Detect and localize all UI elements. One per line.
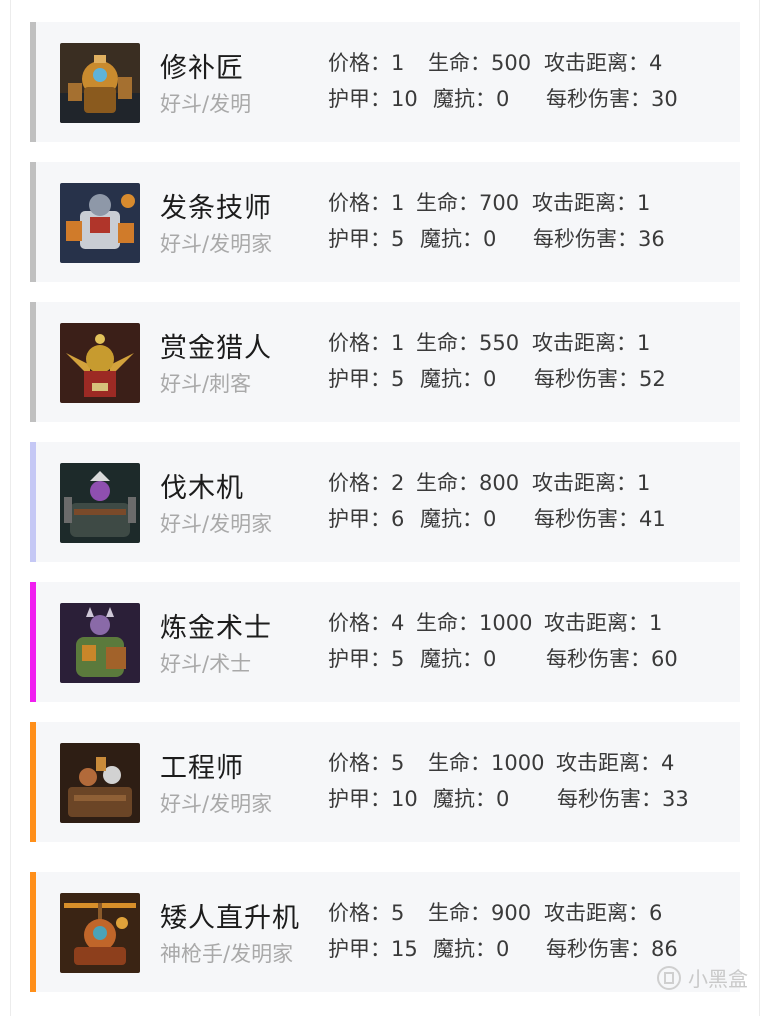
unit-name: 工程师 [160, 753, 244, 784]
range-stat: 攻击距离：4 [544, 51, 663, 75]
unit-traits: 神枪手/发明家 [160, 942, 294, 966]
armor-stat: 护甲：5 [328, 227, 405, 251]
hp-stat: 生命：1000 [428, 751, 545, 775]
unit-name: 炼金术士 [160, 613, 272, 644]
dps-stat: 每秒伤害：33 [557, 787, 689, 811]
unit-traits: 好斗/刺客 [160, 372, 252, 396]
price-stat: 价格：4 [328, 611, 405, 635]
armor-stat: 护甲：6 [328, 507, 405, 531]
unit-traits: 好斗/发明家 [160, 232, 273, 256]
unit-name: 发条技师 [160, 193, 272, 224]
unit-name: 赏金猎人 [160, 333, 272, 364]
unit-card[interactable]: 发条技师 好斗/发明家 价格：1 生命：700 攻击距离：1 护甲：5 魔抗：0… [30, 162, 740, 282]
rarity-accent-bar [30, 722, 36, 842]
gyrocopter-portrait [60, 893, 140, 973]
magic-resist-stat: 魔抗：0 [433, 937, 510, 961]
price-stat: 价格：2 [328, 471, 405, 495]
range-stat: 攻击距离：6 [544, 901, 663, 925]
price-stat: 价格：1 [328, 191, 405, 215]
magic-resist-stat: 魔抗：0 [420, 367, 497, 391]
magic-resist-stat: 魔抗：0 [420, 647, 497, 671]
unit-card[interactable]: 修补匠 好斗/发明 价格：1 生命：500 攻击距离：4 护甲：10 魔抗：0 … [30, 22, 740, 142]
unit-traits: 好斗/发明 [160, 92, 252, 116]
magic-resist-stat: 魔抗：0 [433, 787, 510, 811]
rarity-accent-bar [30, 872, 36, 992]
hp-stat: 生命：900 [428, 901, 532, 925]
unit-traits: 好斗/发明家 [160, 512, 273, 536]
unit-card[interactable]: 矮人直升机 神枪手/发明家 价格：5 生命：900 攻击距离：6 护甲：15 魔… [30, 872, 740, 992]
rarity-accent-bar [30, 302, 36, 422]
hp-stat: 生命：500 [428, 51, 532, 75]
hp-stat: 生命：700 [416, 191, 520, 215]
price-stat: 价格：1 [328, 51, 405, 75]
armor-stat: 护甲：10 [328, 787, 418, 811]
techies-portrait [60, 743, 140, 823]
range-stat: 攻击距离：1 [532, 471, 651, 495]
xiaoheihe-logo-icon [657, 965, 681, 990]
range-stat: 攻击距离：4 [556, 751, 675, 775]
bounty-hunter-portrait [60, 323, 140, 403]
dps-stat: 每秒伤害：60 [546, 647, 678, 671]
rarity-accent-bar [30, 162, 36, 282]
hp-stat: 生命：800 [416, 471, 520, 495]
dps-stat: 每秒伤害：52 [534, 367, 666, 391]
armor-stat: 护甲：5 [328, 647, 405, 671]
armor-stat: 护甲：15 [328, 937, 418, 961]
unit-name: 矮人直升机 [160, 903, 300, 934]
unit-traits: 好斗/术士 [160, 652, 252, 676]
unit-card[interactable]: 炼金术士 好斗/术士 价格：4 生命：1000 攻击距离：1 护甲：5 魔抗：0… [30, 582, 740, 702]
unit-traits: 好斗/发明家 [160, 792, 273, 816]
hp-stat: 生命：1000 [416, 611, 533, 635]
watermark-text: 小黑盒 [688, 967, 748, 991]
price-stat: 价格：5 [328, 901, 405, 925]
range-stat: 攻击距离：1 [544, 611, 663, 635]
tinker-portrait [60, 43, 140, 123]
price-stat: 价格：5 [328, 751, 405, 775]
magic-resist-stat: 魔抗：0 [420, 227, 497, 251]
clockwerk-portrait [60, 183, 140, 263]
dps-stat: 每秒伤害：41 [534, 507, 666, 531]
armor-stat: 护甲：5 [328, 367, 405, 391]
unit-name: 修补匠 [160, 53, 244, 84]
range-stat: 攻击距离：1 [532, 331, 651, 355]
watermark: 小黑盒 [656, 963, 748, 992]
unit-name: 伐木机 [160, 473, 244, 504]
rarity-accent-bar [30, 582, 36, 702]
unit-card[interactable]: 伐木机 好斗/发明家 价格：2 生命：800 攻击距离：1 护甲：6 魔抗：0 … [30, 442, 740, 562]
rarity-accent-bar [30, 442, 36, 562]
unit-card[interactable]: 工程师 好斗/发明家 价格：5 生命：1000 攻击距离：4 护甲：10 魔抗：… [30, 722, 740, 842]
dps-stat: 每秒伤害：86 [546, 937, 678, 961]
armor-stat: 护甲：10 [328, 87, 418, 111]
range-stat: 攻击距离：1 [532, 191, 651, 215]
hp-stat: 生命：550 [416, 331, 520, 355]
alchemist-portrait [60, 603, 140, 683]
unit-card[interactable]: 赏金猎人 好斗/刺客 价格：1 生命：550 攻击距离：1 护甲：5 魔抗：0 … [30, 302, 740, 422]
price-stat: 价格：1 [328, 331, 405, 355]
magic-resist-stat: 魔抗：0 [420, 507, 497, 531]
dps-stat: 每秒伤害：30 [546, 87, 678, 111]
left-border [10, 0, 11, 1016]
magic-resist-stat: 魔抗：0 [433, 87, 510, 111]
rarity-accent-bar [30, 22, 36, 142]
right-border [759, 0, 760, 1016]
timbersaw-portrait [60, 463, 140, 543]
dps-stat: 每秒伤害：36 [533, 227, 665, 251]
